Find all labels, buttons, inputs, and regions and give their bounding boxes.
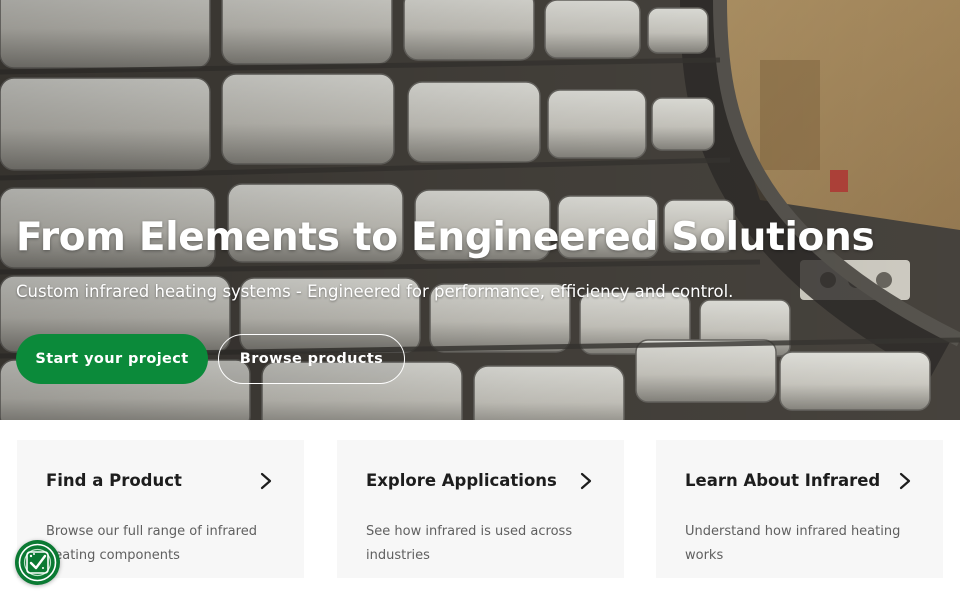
card-description: Understand how infrared heating works — [685, 524, 901, 563]
start-project-button[interactable]: Start your project — [16, 334, 208, 384]
chevron-right-icon — [260, 472, 272, 490]
card-explore-applications[interactable]: Explore Applications See how infrared is… — [337, 440, 624, 578]
card-description: See how infrared is used across industri… — [366, 524, 573, 563]
card-find-product[interactable]: Find a Product Browse our full range of … — [17, 440, 304, 578]
card-description: Browse our full range of infrared heatin… — [46, 524, 257, 563]
browse-products-button[interactable]: Browse products — [218, 334, 405, 384]
card-learn-infrared[interactable]: Learn About Infrared Understand how infr… — [656, 440, 943, 578]
chevron-right-icon — [899, 472, 911, 490]
chevron-right-icon — [580, 472, 592, 490]
hero-banner: From Elements to Engineered Solutions Cu… — [0, 0, 960, 420]
hero-subtitle: Custom infrared heating systems - Engine… — [16, 282, 734, 301]
quick-links: Find a Product Browse our full range of … — [0, 420, 960, 600]
card-title: Find a Product — [46, 471, 182, 490]
cookie-consent-icon — [18, 543, 57, 582]
hero-title: From Elements to Engineered Solutions — [16, 215, 875, 260]
cookie-consent-button[interactable] — [15, 540, 60, 585]
card-title: Learn About Infrared — [685, 471, 881, 490]
card-title: Explore Applications — [366, 471, 557, 490]
